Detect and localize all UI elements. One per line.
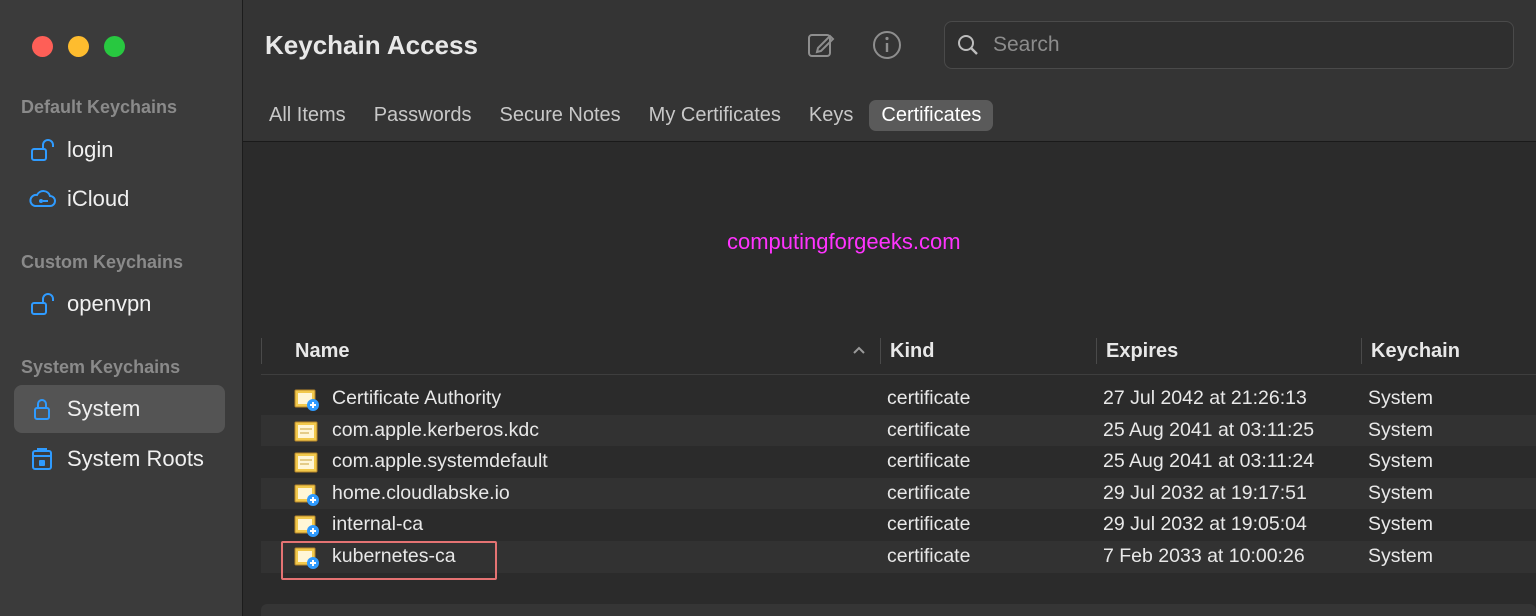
search-field[interactable]: [944, 21, 1514, 69]
column-divider[interactable]: [1096, 338, 1097, 364]
watermark-text: computingforgeeks.com: [727, 229, 961, 254]
certificate-icon: [294, 421, 318, 442]
compose-icon[interactable]: [805, 29, 837, 61]
tab-secure-notes[interactable]: Secure Notes: [488, 100, 633, 131]
sidebar-item-icloud[interactable]: iCloud: [14, 175, 225, 223]
main-pane: Keychain Access All Items Passwords Secu…: [243, 0, 1536, 616]
sidebar-item-system[interactable]: System: [14, 385, 225, 433]
cell-kind: certificate: [887, 387, 971, 409]
cell-name: com.apple.systemdefault: [332, 450, 548, 473]
category-tabs: All Items Passwords Secure Notes My Cert…: [257, 100, 997, 131]
cloud-icon: [28, 185, 56, 213]
search-icon: [955, 32, 981, 58]
lock-icon: [28, 395, 56, 423]
sidebar: Default Keychains login iCloud Custom Ke…: [0, 0, 243, 616]
cell-kind: certificate: [887, 418, 971, 441]
lock-open-icon: [28, 290, 56, 318]
column-header-kind[interactable]: Kind: [890, 340, 934, 363]
sidebar-item-openvpn[interactable]: openvpn: [14, 280, 225, 328]
cell-expires: 29 Jul 2032 at 19:05:04: [1103, 513, 1307, 536]
table-row[interactable]: internal-ca certificate 29 Jul 2032 at 1…: [261, 509, 1536, 541]
table-header: Name Kind Expires Keychain: [261, 336, 1536, 375]
sidebar-item-label: iCloud: [67, 186, 130, 211]
cabinet-icon: [28, 445, 56, 473]
certificate-icon: [294, 452, 318, 473]
section-title-system-keychains: System Keychains: [21, 357, 181, 377]
tab-all-items[interactable]: All Items: [257, 100, 358, 131]
cell-expires: 27 Jul 2042 at 21:26:13: [1103, 387, 1307, 409]
close-button[interactable]: [32, 36, 53, 57]
cell-kind: certificate: [887, 481, 971, 504]
column-header-name[interactable]: Name: [295, 340, 349, 363]
highlight-box: [281, 541, 497, 580]
certificate-root-icon: [294, 389, 319, 411]
tab-certificates[interactable]: Certificates: [869, 100, 994, 131]
column-header-expires[interactable]: Expires: [1106, 340, 1178, 363]
section-title-custom-keychains: Custom Keychains: [21, 252, 184, 272]
cell-expires: 7 Feb 2033 at 10:00:26: [1103, 544, 1305, 567]
cell-kind: certificate: [887, 450, 971, 473]
column-divider[interactable]: [1361, 338, 1362, 364]
cell-keychain: System: [1368, 418, 1434, 441]
cell-name: com.apple.kerberos.kdc: [332, 418, 540, 441]
tab-my-certificates[interactable]: My Certificates: [637, 100, 793, 131]
sidebar-item-label: System: [67, 396, 141, 421]
cell-name: internal-ca: [332, 513, 424, 536]
certificate-root-icon: [294, 484, 319, 506]
toolbar: Keychain Access All Items Passwords Secu…: [243, 0, 1536, 142]
cell-keychain: System: [1368, 450, 1434, 473]
cell-keychain: System: [1368, 544, 1434, 567]
zoom-button[interactable]: [104, 36, 125, 57]
sidebar-item-login[interactable]: login: [14, 126, 225, 174]
cell-keychain: System: [1368, 513, 1434, 536]
cell-name: home.cloudlabske.io: [332, 481, 510, 504]
cell-expires: 25 Aug 2041 at 03:11:24: [1103, 450, 1315, 473]
section-title-default-keychains: Default Keychains: [21, 97, 178, 117]
lock-open-icon: [28, 136, 56, 164]
sidebar-item-label: openvpn: [67, 291, 152, 316]
cell-kind: certificate: [887, 513, 971, 536]
sidebar-item-label: System Roots: [67, 446, 204, 471]
sort-ascending-icon[interactable]: [851, 342, 867, 358]
keychain-window: Default Keychains login iCloud Custom Ke…: [0, 0, 1536, 616]
table-row[interactable]: com.apple.kerberos.kdc certificate 25 Au…: [261, 414, 1536, 447]
cell-keychain: System: [1368, 387, 1434, 409]
window-controls: [32, 36, 125, 57]
tab-keys[interactable]: Keys: [797, 100, 865, 131]
table-row[interactable]: home.cloudlabske.io certificate 29 Jul 2…: [261, 477, 1536, 510]
cell-expires: 25 Aug 2041 at 03:11:25: [1103, 418, 1315, 441]
sidebar-item-label: login: [67, 137, 114, 162]
info-icon[interactable]: [871, 29, 903, 61]
cell-kind: certificate: [887, 544, 971, 567]
table-row[interactable]: com.apple.systemdefault certificate 25 A…: [261, 446, 1536, 478]
certificate-root-icon: [294, 515, 319, 538]
search-input[interactable]: [991, 32, 1475, 58]
column-divider[interactable]: [261, 338, 262, 364]
table-row[interactable]: Certificate Authority certificate 27 Jul…: [261, 383, 1536, 415]
table-footer: [261, 604, 1536, 616]
cell-keychain: System: [1368, 481, 1434, 504]
minimize-button[interactable]: [68, 36, 89, 57]
page-title: Keychain Access: [265, 30, 478, 60]
cell-expires: 29 Jul 2032 at 19:17:51: [1103, 481, 1307, 504]
sidebar-item-system-roots[interactable]: System Roots: [14, 435, 225, 483]
cell-name: Certificate Authority: [332, 387, 502, 409]
tab-passwords[interactable]: Passwords: [362, 100, 484, 131]
column-header-keychain[interactable]: Keychain: [1371, 340, 1460, 363]
column-divider[interactable]: [880, 338, 881, 364]
